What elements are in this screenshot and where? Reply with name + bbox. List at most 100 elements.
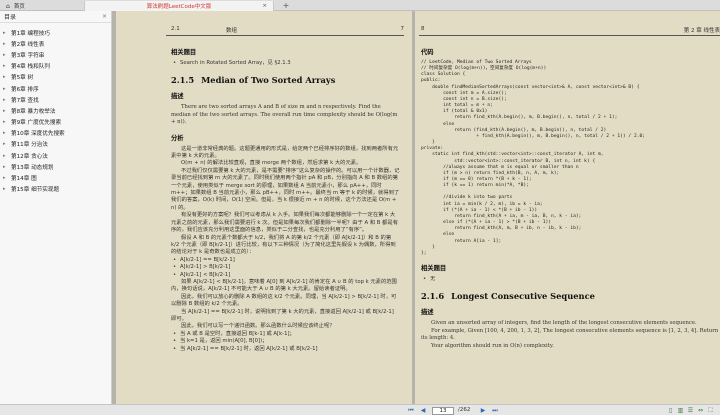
related-item: 无 bbox=[421, 276, 720, 284]
double-page-view-icon[interactable]: ▥ bbox=[676, 406, 685, 415]
section-title: Longest Consecutive Sequence bbox=[451, 291, 595, 302]
tab-home[interactable]: ⌂ 首页 bbox=[0, 1, 84, 11]
toc-item-label: 第4章 栈和队列 bbox=[11, 64, 50, 71]
section-title: Median of Two Sorted Arrays bbox=[201, 75, 336, 86]
case-item: A[k/2-1] > B[k/2-1] bbox=[171, 264, 400, 272]
toc-item[interactable]: ▸ 第6章 排序 bbox=[0, 83, 111, 94]
toc-header: 目录 × bbox=[0, 11, 111, 23]
analysis-paragraph: 这是一道非常经典的题。这题更通用的形式是，给定两个已经排序好的数组，找到两者所有… bbox=[171, 145, 399, 160]
chevron-right-icon[interactable]: ▸ bbox=[3, 63, 11, 69]
chevron-right-icon[interactable]: ▸ bbox=[3, 52, 11, 58]
toc-item[interactable]: ▸ 第15章 细节实现题 bbox=[0, 184, 111, 195]
toc-item[interactable]: ▸ 第5章 树 bbox=[0, 72, 111, 83]
tab-home-label: 首页 bbox=[13, 4, 25, 10]
chevron-right-icon[interactable]: ▸ bbox=[3, 119, 11, 125]
analysis-paragraph: 因此，我们可以写一个递归函数。那么函数什么时候应该终止呢？ bbox=[181, 323, 335, 330]
page-number-input[interactable]: 13 bbox=[432, 406, 454, 415]
related-item: Search in Rotated Sorted Array，见 §2.1.3 bbox=[171, 60, 400, 68]
toc-item[interactable]: ▸ 第3章 字符串 bbox=[0, 49, 111, 60]
toc-item[interactable]: ▸ 第2章 线性表 bbox=[0, 38, 111, 49]
code-block: // LeetCode, Median of Two Sorted Arrays… bbox=[421, 60, 646, 256]
chevron-right-icon[interactable]: ▸ bbox=[3, 41, 11, 47]
toc-item-label: 第1章 编程技巧 bbox=[11, 30, 50, 37]
toc-item[interactable]: ▸ 第12章 贪心法 bbox=[0, 150, 111, 161]
analysis-paragraph: O(m + n) 的解法比较直观，直接 merge 两个数组，然后求第 k 大的… bbox=[181, 160, 362, 167]
page-header: 2.1 数组 7 bbox=[116, 26, 412, 34]
toc-sidebar: 目录 × ▸ 第1章 编程技巧 ▸ 第2章 线性表 ▸ 第3章 字符串 ▸ 第4章 栈和… bbox=[0, 11, 112, 404]
toc-item[interactable]: ▸ 第13章 动态规划 bbox=[0, 161, 111, 172]
document-viewer[interactable]: 2.1 数组 7 相关题目 Search in Rotated Sorted A… bbox=[112, 11, 720, 404]
section-heading: 2.1.5 Median of Two Sorted Arrays bbox=[171, 75, 400, 85]
page-content: 代码 // LeetCode, Median of Two Sorted Arr… bbox=[421, 41, 720, 350]
toc-item-label: 第6章 排序 bbox=[11, 86, 39, 93]
toc-item-label: 第9章 广度优先搜索 bbox=[11, 120, 62, 127]
fit-width-icon[interactable]: ⇔ bbox=[696, 406, 705, 415]
toc-item-label: 第3章 字符串 bbox=[11, 52, 45, 59]
toc-list: ▸ 第1章 编程技巧 ▸ 第2章 线性表 ▸ 第3章 字符串 ▸ 第4章 栈和队列 ▸ 第… bbox=[0, 23, 111, 195]
toc-item-label: 第5章 树 bbox=[11, 75, 34, 82]
page-content: 相关题目 Search in Rotated Sorted Array，见 §2… bbox=[171, 41, 400, 353]
analysis-paragraph: 不过我们仅仅需要第 k 大的元素，是不需要“排序”这么复杂的操作的。可以用一个计… bbox=[171, 167, 400, 211]
toc-item-label: 第15章 细节实现题 bbox=[11, 187, 60, 194]
chevron-right-icon[interactable]: ▸ bbox=[3, 108, 11, 114]
description-text: There are two sorted arrays A and B of s… bbox=[171, 104, 398, 126]
header-rule bbox=[419, 35, 720, 36]
page-total: /262 bbox=[458, 407, 471, 413]
chevron-right-icon[interactable]: ▸ bbox=[3, 175, 11, 181]
new-tab-button[interactable]: + bbox=[280, 1, 292, 11]
toc-item[interactable]: ▸ 第9章 广度优先搜索 bbox=[0, 117, 111, 128]
analysis-paragraph: 因此，我们可以放心的删除 A 数组的这 k/2 个元素。同理，当 A[k/2-1… bbox=[171, 293, 397, 308]
toc-item-label: 第11章 分治法 bbox=[11, 142, 48, 149]
header-page-number: 8 bbox=[421, 26, 425, 32]
toc-item[interactable]: ▸ 第1章 编程技巧 bbox=[0, 27, 111, 38]
toc-item[interactable]: ▸ 第11章 分治法 bbox=[0, 139, 111, 150]
stop-case-item: 当 A[k/2-1] == B[k/2-1] 时，返回 A[k/2-1] 或 B… bbox=[171, 346, 400, 354]
tab-bar: ⌂ 首页 算法刷题LeetCode中文版 × + bbox=[0, 0, 720, 11]
chevron-right-icon[interactable]: ▸ bbox=[3, 130, 11, 136]
case-item: A[k/2-1] < B[k/2-1] bbox=[171, 272, 400, 280]
last-page-button[interactable]: ⏭ bbox=[490, 406, 500, 415]
header-chapter-title: 第 2 章 线性表 bbox=[683, 28, 720, 34]
chevron-right-icon[interactable]: ▸ bbox=[3, 30, 11, 36]
next-page-button[interactable]: ▶ bbox=[478, 406, 488, 415]
single-page-view-icon[interactable]: ▯ bbox=[666, 406, 675, 415]
toc-item-label: 第14章 图 bbox=[11, 176, 37, 183]
toc-item[interactable]: ▸ 第10章 深度优先搜索 bbox=[0, 128, 111, 139]
analysis-heading: 分析 bbox=[171, 134, 184, 142]
section-number: 2.1.5 bbox=[171, 75, 195, 86]
chevron-right-icon[interactable]: ▸ bbox=[3, 164, 11, 170]
toc-item-label: 第8章 暴力枚举法 bbox=[11, 108, 56, 115]
chevron-right-icon[interactable]: ▸ bbox=[3, 186, 11, 192]
toc-item[interactable]: ▸ 第4章 栈和队列 bbox=[0, 61, 111, 72]
header-section-number: 2.1 bbox=[171, 26, 180, 32]
code-heading: 代码 bbox=[421, 49, 434, 56]
toc-item-label: 第12章 贪心法 bbox=[11, 153, 48, 160]
close-icon[interactable]: × bbox=[262, 3, 267, 9]
previous-page-button[interactable]: ◀ bbox=[418, 406, 428, 415]
first-page-button[interactable]: ⏮ bbox=[406, 406, 416, 415]
chevron-right-icon[interactable]: ▸ bbox=[3, 74, 11, 80]
section-number: 2.1.6 bbox=[421, 291, 445, 302]
chevron-right-icon[interactable]: ▸ bbox=[3, 153, 11, 159]
page-navigation-bar: ⏮ ◀ 13 /262 ▶ ⏭ ▯ ▥ ☰ ⇔ ⛶ bbox=[0, 404, 720, 415]
fullscreen-icon[interactable]: ⛶ bbox=[706, 406, 715, 415]
chevron-right-icon[interactable]: ▸ bbox=[3, 141, 11, 147]
chevron-right-icon[interactable]: ▸ bbox=[3, 86, 11, 92]
description-text: For example, Given [100, 4, 200, 1, 3, 2… bbox=[421, 327, 719, 342]
toc-item[interactable]: ▸ 第14章 图 bbox=[0, 172, 111, 183]
toc-item[interactable]: ▸ 第7章 查找 bbox=[0, 94, 111, 105]
chevron-right-icon[interactable]: ▸ bbox=[3, 97, 11, 103]
description-text: Given an unsorted array of integers, fin… bbox=[431, 320, 697, 327]
description-heading: 描述 bbox=[171, 93, 184, 101]
analysis-paragraph: 如果 A[k/2-1] < B[k/2-1]，意味着 A[0] 到 A[k/2-… bbox=[171, 278, 397, 293]
analysis-paragraph: 有没有更好的方案呢？我们可以考虑从 k 入手。如果我们每次都能够删除一个一定在第… bbox=[171, 212, 399, 234]
related-heading: 相关题目 bbox=[421, 265, 447, 272]
home-icon: ⌂ bbox=[6, 2, 10, 10]
tab-document[interactable]: 算法刷题LeetCode中文版 × bbox=[84, 1, 274, 11]
toc-item[interactable]: ▸ 第8章 暴力枚举法 bbox=[0, 105, 111, 116]
page-header: 8 第 2 章 线性表 bbox=[415, 26, 720, 34]
related-heading: 相关题目 bbox=[171, 49, 197, 56]
close-sidebar-icon[interactable]: × bbox=[102, 13, 107, 20]
analysis-paragraph: 当 A[k/2-1] == B[k/2-1] 时，说明找到了第 k 大的元素，直… bbox=[171, 308, 394, 322]
continuous-view-icon[interactable]: ☰ bbox=[686, 406, 695, 415]
